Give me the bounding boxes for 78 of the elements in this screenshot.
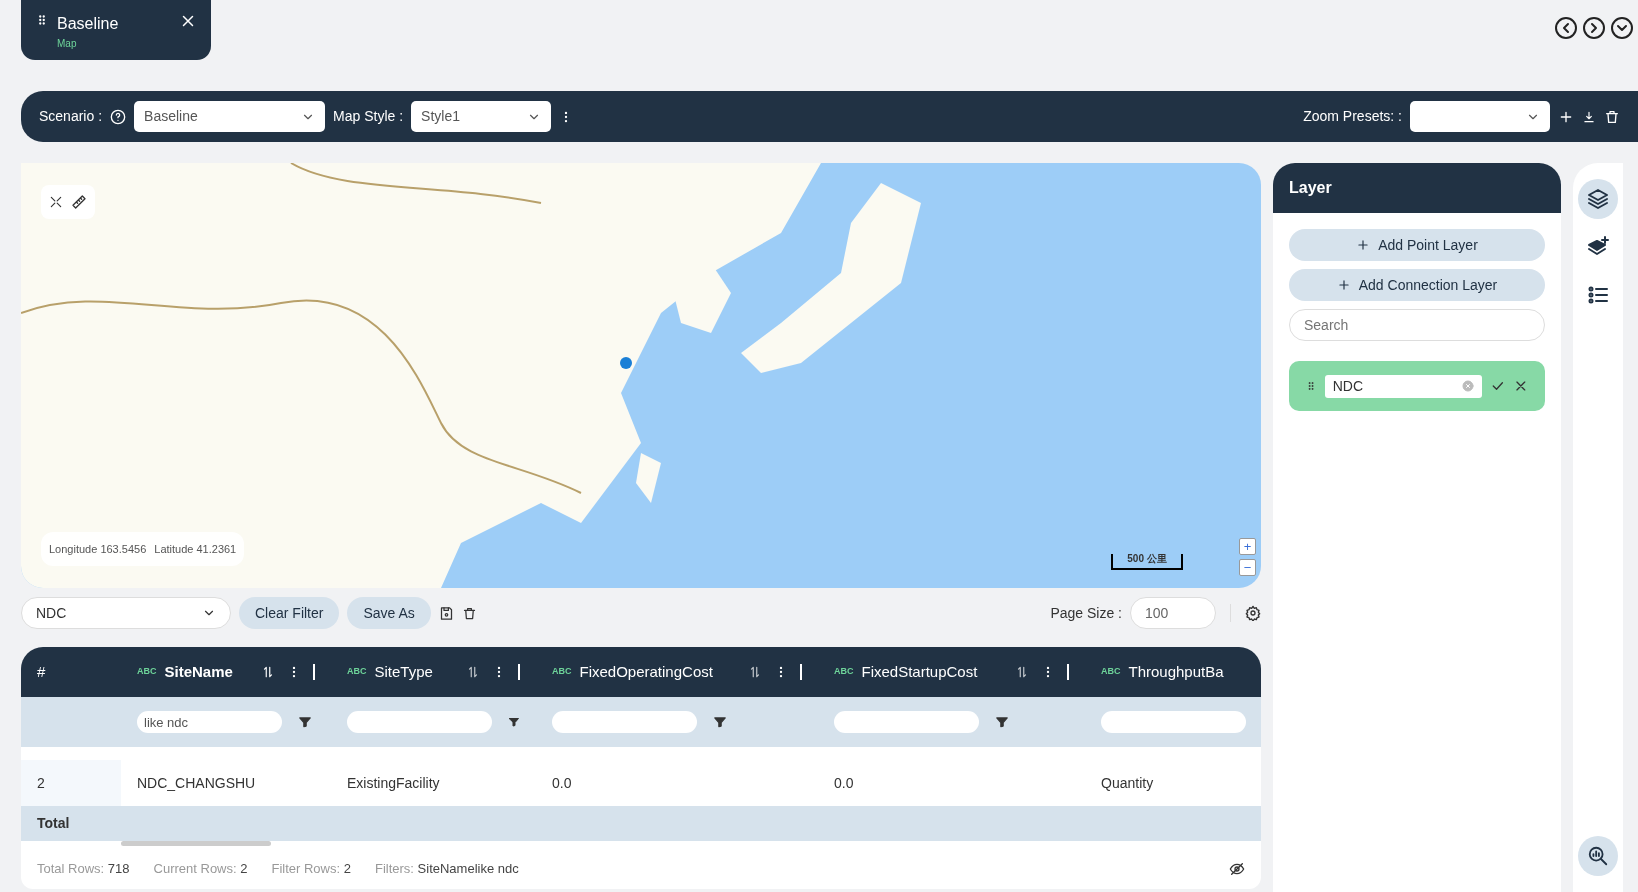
filter-field[interactable]	[347, 711, 492, 733]
rail-button[interactable]	[1578, 179, 1618, 219]
add-connection-layer-button[interactable]: Add Connection Layer	[1289, 269, 1545, 301]
filter-icon[interactable]	[713, 715, 727, 729]
scenario-select[interactable]: Baseline	[134, 101, 326, 132]
tab-subtitle: Map	[57, 37, 78, 51]
filter-field[interactable]	[1101, 711, 1246, 733]
delete-icon[interactable]	[1604, 108, 1620, 125]
zoom-in-button[interactable]: +	[1239, 538, 1256, 555]
type-label: ABC	[137, 665, 157, 679]
page-size-label: Page Size :	[1050, 603, 1122, 623]
hidden-icon[interactable]	[1229, 861, 1245, 877]
page-size-field[interactable]: 100	[1130, 597, 1216, 629]
total-label: Total	[37, 814, 70, 833]
filter-field[interactable]	[834, 711, 979, 733]
table-cell-text: NDC_CHANGSHU	[136, 773, 257, 793]
footer-stat: Current Rows: 2	[153, 860, 248, 879]
search-field[interactable]: Search	[1289, 309, 1545, 341]
type-label: ABC	[347, 665, 367, 679]
table-cell: 2	[21, 760, 121, 806]
help-icon[interactable]	[110, 108, 127, 125]
download-icon[interactable]	[1582, 109, 1596, 124]
footer-stat: Filter Rows: 2	[271, 860, 351, 879]
table-cell-text: Quantity	[1100, 773, 1155, 793]
delete-icon[interactable]	[461, 605, 477, 621]
coordinate-text: Latitude 41.2361	[154, 541, 237, 557]
footer-stat: Total Rows: 718	[37, 860, 130, 879]
layers-icon	[1586, 187, 1610, 211]
save-as-button[interactable]: Save As	[347, 597, 431, 629]
clear-filter-button[interactable]: Clear Filter	[239, 597, 340, 629]
column-header[interactable]: FixedOperatingCost	[579, 660, 713, 684]
sort-icon[interactable]	[261, 665, 275, 679]
column-header[interactable]: #	[37, 660, 46, 684]
field-value: NDC	[1332, 376, 1364, 396]
type-label: ABC	[1101, 665, 1121, 679]
select-value: Baseline	[144, 107, 198, 126]
column-header[interactable]: SiteType	[374, 660, 433, 684]
footer-stat: Filters: SiteNamelike ndc	[374, 860, 519, 879]
table-cell-text: 0.0	[551, 773, 573, 793]
panel-title: Layer	[1289, 178, 1332, 198]
layer-item[interactable]: NDC	[1289, 361, 1545, 411]
ruler-icon[interactable]	[71, 194, 87, 210]
filter-field[interactable]	[552, 711, 697, 733]
map-style-select[interactable]: Style1	[411, 101, 552, 132]
scenario-label: Scenario :	[39, 107, 103, 126]
table-cell-text: 0.0	[833, 773, 855, 793]
column-header[interactable]: SiteName	[164, 660, 233, 684]
save-icon[interactable]	[438, 605, 454, 621]
type-label: ABC	[834, 665, 854, 679]
coordinate-text: Longitude 163.5456	[49, 541, 147, 557]
tab-card[interactable]: Baseline Map	[21, 0, 211, 60]
analytics-button[interactable]	[1578, 836, 1618, 876]
sort-icon[interactable]	[748, 665, 762, 679]
add-point-layer-button[interactable]: Add Point Layer	[1289, 229, 1545, 261]
filter-field[interactable]: like ndc	[137, 711, 282, 733]
zoom-out-button[interactable]: −	[1239, 559, 1256, 576]
map-style-label: Map Style :	[333, 107, 404, 126]
scale-bar: 500 公里	[1111, 554, 1183, 570]
sort-icon[interactable]	[1015, 665, 1029, 679]
layer-name-field[interactable]: NDC	[1324, 374, 1482, 398]
fullscreen-icon[interactable]	[49, 195, 63, 209]
select-value: NDC	[36, 603, 67, 623]
column-header[interactable]: FixedStartupCost	[861, 660, 978, 684]
filter-icon[interactable]	[995, 715, 1009, 729]
column-header[interactable]: ThroughputBa	[1128, 660, 1224, 684]
settings-icon[interactable]	[1245, 605, 1261, 621]
sort-icon[interactable]	[466, 665, 480, 679]
filter-icon[interactable]	[298, 715, 312, 729]
table-cell-text: ExistingFacility	[346, 773, 441, 793]
search-chart-icon	[1587, 845, 1609, 867]
plus-icon	[1356, 238, 1371, 252]
filter-select[interactable]: NDC	[21, 597, 231, 629]
plus-icon	[1336, 278, 1351, 292]
filter-icon[interactable]	[508, 715, 520, 729]
zoom-presets-label: Zoom Presets: :	[1303, 107, 1402, 126]
select-value: Style1	[421, 107, 460, 126]
type-label: ABC	[552, 665, 572, 679]
tab-title: Baseline	[57, 14, 120, 34]
